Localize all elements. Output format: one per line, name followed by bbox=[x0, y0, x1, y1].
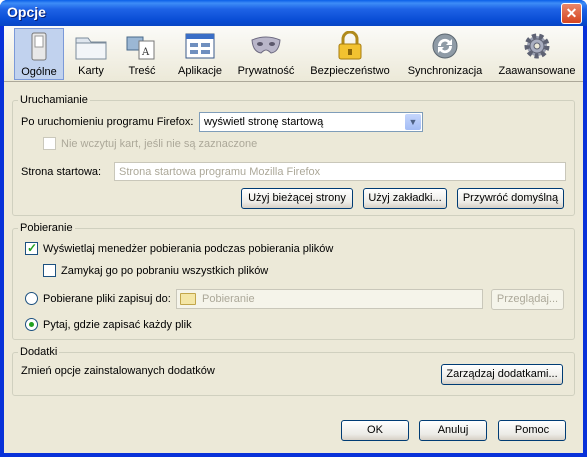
switch-icon bbox=[31, 32, 47, 61]
save-to-radio[interactable] bbox=[25, 292, 38, 305]
tab-advanced[interactable]: Zaawansowane bbox=[498, 28, 576, 80]
tab-tabs-label: Karty bbox=[78, 65, 104, 77]
tab-general[interactable]: Ogólne bbox=[14, 28, 64, 80]
tabs-icon bbox=[75, 37, 107, 60]
show-manager-checkbox[interactable]: ✓ bbox=[25, 241, 38, 255]
downloads-group-title: Pobieranie bbox=[18, 222, 75, 234]
chevron-down-icon[interactable]: ▼ bbox=[405, 114, 421, 130]
save-to-folder-text: Pobieranie bbox=[202, 293, 255, 305]
svg-text:A: A bbox=[141, 47, 150, 58]
options-window: Opcje ✕ Ogólne Karty A Treść Aplikacje P… bbox=[0, 0, 587, 457]
tab-applications[interactable]: Aplikacje bbox=[170, 28, 230, 80]
use-bookmark-button[interactable]: Użyj zakładki... bbox=[363, 188, 447, 209]
preferences-toolbar: Ogólne Karty A Treść Aplikacje Prywatnoś… bbox=[4, 26, 583, 82]
help-button[interactable]: Pomoc bbox=[498, 420, 566, 441]
tab-security-label: Bezpieczeństwo bbox=[310, 65, 390, 77]
dont-load-tabs-checkbox[interactable] bbox=[43, 137, 56, 150]
padlock-icon bbox=[338, 31, 362, 60]
close-when-done-checkbox[interactable] bbox=[43, 264, 56, 277]
tab-advanced-label: Zaawansowane bbox=[498, 65, 576, 77]
save-to-folder-field[interactable]: Pobieranie bbox=[176, 289, 483, 309]
ok-button[interactable]: OK bbox=[341, 420, 409, 441]
tab-sync[interactable]: Synchronizacja bbox=[404, 28, 486, 80]
tab-privacy[interactable]: Prywatność bbox=[234, 28, 298, 80]
dialog-client: Ogólne Karty A Treść Aplikacje Prywatnoś… bbox=[4, 26, 583, 453]
addons-description: Zmień opcje zainstalowanych dodatków bbox=[21, 365, 215, 377]
homepage-placeholder: Strona startowa programu Mozilla Firefox bbox=[119, 166, 321, 178]
use-current-page-button[interactable]: Użyj bieżącej strony bbox=[241, 188, 353, 209]
on-start-label: Po uruchomieniu programu Firefox: bbox=[21, 116, 194, 128]
restore-default-button[interactable]: Przywróć domyślną bbox=[457, 188, 564, 209]
ask-label: Pytaj, gdzie zapisać każdy plik bbox=[43, 319, 192, 331]
tab-content[interactable]: A Treść bbox=[118, 28, 166, 80]
sync-icon bbox=[432, 33, 458, 59]
close-button[interactable]: ✕ bbox=[561, 3, 582, 24]
manage-addons-button[interactable]: Zarządzaj dodatkami... bbox=[441, 364, 563, 385]
gear-icon bbox=[524, 33, 550, 59]
addons-group-title: Dodatki bbox=[18, 346, 60, 358]
on-start-value: wyświetl stronę startową bbox=[204, 116, 324, 128]
show-manager-label: Wyświetlaj menedżer pobierania podczas p… bbox=[43, 243, 334, 255]
checkmark-icon: ✓ bbox=[27, 241, 38, 255]
ask-radio[interactable] bbox=[25, 318, 38, 331]
tab-privacy-label: Prywatność bbox=[237, 65, 295, 77]
folder-icon bbox=[180, 293, 196, 305]
mask-icon bbox=[251, 36, 281, 54]
tab-sync-label: Synchronizacja bbox=[407, 65, 483, 77]
tab-tabs[interactable]: Karty bbox=[68, 28, 114, 80]
close-icon: ✕ bbox=[565, 5, 578, 21]
addons-group: Dodatki Zmień opcje zainstalowanych doda… bbox=[12, 346, 575, 396]
homepage-label: Strona startowa: bbox=[21, 166, 102, 178]
close-when-done-label: Zamykaj go po pobraniu wszystkich plików bbox=[61, 265, 269, 277]
content-icon: A bbox=[126, 36, 155, 60]
save-to-label: Pobierane pliki zapisuj do: bbox=[43, 293, 171, 305]
on-start-select[interactable]: wyświetl stronę startową ▼ bbox=[199, 112, 423, 132]
applications-icon bbox=[185, 33, 215, 59]
startup-group: Uruchamianie Po uruchomieniu programu Fi… bbox=[12, 94, 575, 216]
tab-security[interactable]: Bezpieczeństwo bbox=[306, 28, 394, 80]
homepage-input[interactable]: Strona startowa programu Mozilla Firefox bbox=[114, 162, 566, 181]
tab-content-label: Treść bbox=[128, 65, 156, 77]
tab-general-label: Ogólne bbox=[21, 66, 57, 78]
browse-button[interactable]: Przeglądaj... bbox=[491, 289, 564, 310]
radio-selected-dot bbox=[29, 322, 34, 327]
window-title: Opcje bbox=[7, 4, 46, 20]
tab-applications-label: Aplikacje bbox=[177, 65, 223, 77]
downloads-group: Pobieranie ✓ Wyświetlaj menedżer pobiera… bbox=[12, 222, 575, 340]
dont-load-tabs-label: Nie wczytuj kart, jeśli nie są zaznaczon… bbox=[61, 138, 258, 150]
cancel-button[interactable]: Anuluj bbox=[419, 420, 487, 441]
title-bar[interactable]: Opcje ✕ bbox=[0, 0, 587, 26]
startup-group-title: Uruchamianie bbox=[18, 94, 90, 106]
